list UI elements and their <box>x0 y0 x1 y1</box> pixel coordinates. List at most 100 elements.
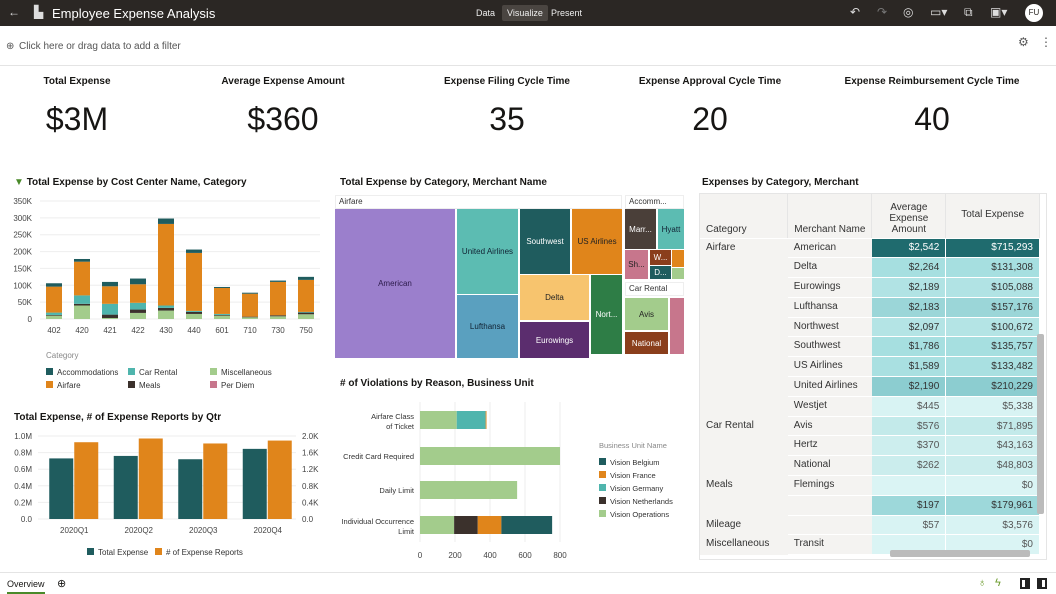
table-row[interactable]: Delta $2,264 $131,308 <box>700 257 1040 279</box>
add-canvas-icon[interactable]: ⊕ <box>57 577 66 590</box>
tab-overview[interactable]: Overview <box>7 579 45 594</box>
table-row[interactable]: Airfare American $2,542 $715,293 <box>700 238 1040 259</box>
treemap-tile[interactable]: United Airlines <box>457 209 518 294</box>
panel-left-icon[interactable] <box>1020 578 1030 589</box>
settings-icon[interactable]: ⚙ <box>1018 35 1029 49</box>
col-avg-expense[interactable]: Average Expense Amount <box>871 194 947 239</box>
total-expense-cell: $133,482 <box>945 356 1040 378</box>
category-cell: Airfare <box>700 238 788 259</box>
bar-segment <box>214 286 230 288</box>
treemap-tile[interactable]: Lufthansa <box>457 295 518 358</box>
treemap-tile[interactable]: American <box>335 209 455 358</box>
redo-icon[interactable]: ↷ <box>877 5 887 19</box>
back-icon[interactable]: ← <box>8 5 20 19</box>
treemap-tile[interactable] <box>670 298 684 354</box>
bar-segment <box>158 223 174 306</box>
merchant-cell: US Airlines <box>787 356 872 378</box>
bar-segment <box>158 307 174 311</box>
save-icon[interactable]: ▣▾ <box>990 5 1007 19</box>
add-filter-icon[interactable]: ⊕ <box>6 41 14 52</box>
treemap-tile[interactable]: National <box>625 332 668 354</box>
refresh-icon[interactable]: ◎ <box>903 5 913 19</box>
table-row[interactable]: US Airlines $1,589 $133,482 <box>700 356 1040 378</box>
kpi-tile[interactable]: Expense Approval Cycle Time 20 <box>610 76 810 138</box>
table-row[interactable]: Westjet $445 $5,338 <box>700 396 1040 417</box>
bar-segment <box>186 249 202 253</box>
horizontal-scrollbar[interactable] <box>890 550 1030 557</box>
bar-segment <box>158 305 174 308</box>
treemap-tile[interactable] <box>672 268 684 279</box>
treemap-tile[interactable]: Nort... <box>591 275 622 354</box>
merchant-cell <box>787 495 872 516</box>
more-icon[interactable]: ⋮ <box>1040 35 1052 49</box>
vertical-scrollbar[interactable] <box>1037 334 1044 514</box>
bar-segment <box>270 280 286 282</box>
tab-present[interactable]: Present <box>546 5 587 21</box>
tab-visualize[interactable]: Visualize <box>502 5 548 21</box>
kpi-tile[interactable]: Average Expense Amount $360 <box>183 76 383 138</box>
table-row[interactable]: Lufthansa $2,183 $157,176 <box>700 297 1040 318</box>
treemap-tile[interactable]: Southwest <box>520 209 570 274</box>
col-total-expense[interactable]: Total Expense <box>945 194 1040 239</box>
treemap-group-header: Airfare <box>335 195 622 209</box>
treemap-title: Total Expense by Category, Merchant Name <box>340 177 547 188</box>
category-cell <box>700 396 788 417</box>
filter-bar[interactable]: ⊕ Click here or drag data to add a filte… <box>0 26 1056 66</box>
table-row[interactable]: Northwest $2,097 $100,672 <box>700 317 1040 338</box>
bar-segment <box>420 481 518 499</box>
x-tick-label: 420 <box>75 326 89 335</box>
legend-swatch <box>599 497 606 504</box>
table-row[interactable]: Eurowings $2,189 $105,088 <box>700 277 1040 298</box>
kpi-tile[interactable]: Total Expense $3M <box>0 76 177 138</box>
kpi-tile[interactable]: Expense Filing Cycle Time 35 <box>407 76 607 138</box>
bar-segment <box>214 315 230 319</box>
bar-segment <box>102 314 118 318</box>
col-category[interactable]: Category <box>700 194 789 239</box>
category-cell: Miscellaneous <box>700 534 788 556</box>
y-tick-label: 0.2M <box>14 498 32 507</box>
comment-icon[interactable]: ▭▾ <box>930 5 947 19</box>
pivot-table[interactable]: Category Merchant Name Average Expense A… <box>699 193 1047 560</box>
y2-tick-label: 1.6K <box>302 449 319 458</box>
table-row[interactable]: Hertz $370 $43,163 <box>700 435 1040 457</box>
legend-label: Vision Operations <box>610 510 669 519</box>
treemap-tile[interactable]: US Airlines <box>572 209 622 274</box>
kpi-tile[interactable]: Expense Reimbursement Cycle Time 40 <box>832 76 1032 138</box>
table-row[interactable]: United Airlines $2,190 $210,229 <box>700 376 1040 397</box>
y-tick-label: Individual Occurrence <box>341 517 414 526</box>
category-cell: Mileage <box>700 514 788 536</box>
lightning-icon[interactable]: ϟ <box>995 577 1001 589</box>
treemap-tile[interactable]: Avis <box>625 298 668 330</box>
table-row[interactable]: National $262 $48,803 <box>700 455 1040 477</box>
treemap-tile[interactable]: Sh... <box>625 250 648 279</box>
treemap-tile[interactable] <box>672 250 684 267</box>
legend-swatch <box>46 381 53 388</box>
bulb-icon[interactable]: ♁ <box>978 577 986 589</box>
treemap-tile[interactable]: W... <box>650 250 671 265</box>
total-expense-cell: $5,338 <box>945 396 1040 417</box>
y-tick-label: 0.4M <box>14 482 32 491</box>
treemap-tile[interactable]: Eurowings <box>520 322 589 358</box>
treemap-tile[interactable]: Marr... <box>625 209 656 249</box>
bar-segment <box>74 261 90 296</box>
table-row[interactable]: Meals Flemings $0 <box>700 475 1040 496</box>
y-tick-label: 0.8M <box>14 449 32 458</box>
col-merchant[interactable]: Merchant Name <box>787 194 873 239</box>
avatar[interactable]: FU <box>1025 4 1043 22</box>
panel-right-icon[interactable] <box>1037 578 1047 589</box>
table-row[interactable]: Southwest $1,786 $135,757 <box>700 336 1040 358</box>
tab-data[interactable]: Data <box>471 5 500 21</box>
filter-funnel-icon[interactable]: ▼ <box>14 177 24 188</box>
bar-segment <box>298 276 314 280</box>
merchant-cell: Flemings <box>787 475 872 496</box>
treemap-tile[interactable]: Hyatt <box>658 209 684 249</box>
undo-icon[interactable]: ↶ <box>850 5 860 19</box>
merchant-cell: Eurowings <box>787 277 872 298</box>
treemap-tile[interactable]: D... <box>650 266 671 279</box>
table-row[interactable]: Mileage $57 $3,576 <box>700 514 1040 536</box>
export-icon[interactable]: ⧉ <box>964 5 973 20</box>
table-row[interactable]: $197 $179,961 <box>700 495 1040 516</box>
filter-placeholder[interactable]: Click here or drag data to add a filter <box>19 41 181 52</box>
treemap-tile[interactable]: Delta <box>520 275 589 320</box>
table-row[interactable]: Car Rental Avis $576 $71,895 <box>700 415 1040 437</box>
